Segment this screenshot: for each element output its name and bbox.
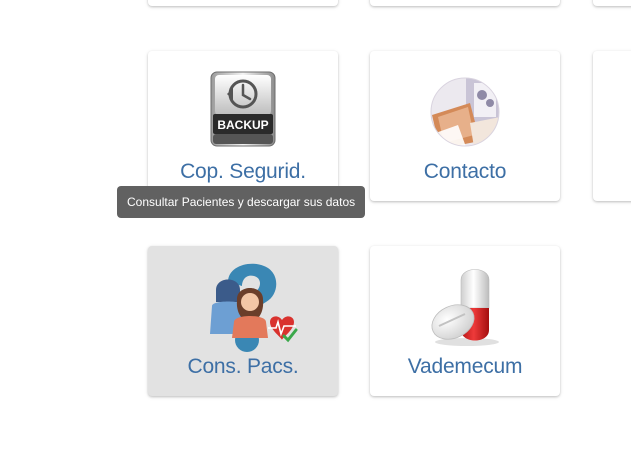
backup-icon-text: BACKUP — [217, 118, 268, 132]
tile-vademecum-label: Vademecum — [407, 355, 523, 378]
backup-drive-icon: BACKUP — [210, 71, 276, 147]
tile-top-left-partial[interactable] — [148, 0, 338, 6]
contact-photo-icon — [430, 77, 500, 147]
dashboard-grid: BACKUP Cop. Segurid. Contacto Cons. Pacs… — [0, 0, 631, 471]
tile-contact-label: Contacto — [423, 160, 507, 183]
tile-backup-label: Cop. Segurid. — [180, 160, 306, 183]
tile-backup[interactable]: BACKUP Cop. Segurid. — [148, 51, 338, 201]
tile-contact[interactable]: Contacto — [370, 51, 560, 201]
tile-patients[interactable]: Cons. Pacs. — [148, 246, 338, 396]
pill-capsule-icon — [431, 269, 499, 346]
tooltip: Consultar Pacientes y descargar sus dato… — [117, 186, 366, 218]
tile-patients-label: Cons. Pacs. — [187, 355, 299, 378]
tile-top-middle-partial[interactable] — [370, 0, 560, 6]
patients-query-icon — [210, 263, 298, 352]
tile-vademecum[interactable]: Vademecum — [370, 246, 560, 396]
tile-right-partial[interactable] — [593, 51, 631, 201]
tile-top-right-partial[interactable] — [593, 0, 631, 6]
